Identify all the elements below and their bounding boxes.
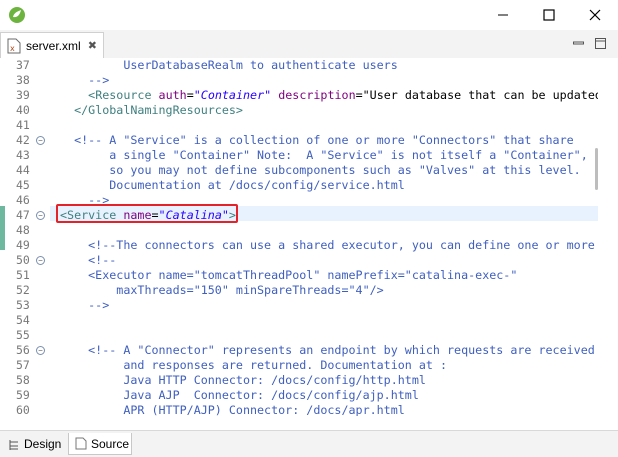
code-line[interactable]: <!--The connectors can use a shared exec… bbox=[60, 238, 595, 253]
line-number: 46 bbox=[16, 193, 30, 207]
code-line[interactable]: and responses are returned. Documentatio… bbox=[60, 358, 447, 373]
maximize-icon bbox=[543, 9, 555, 21]
code-line[interactable]: --> bbox=[60, 73, 109, 88]
line-number: 50 bbox=[16, 253, 30, 267]
line-number: 55 bbox=[16, 328, 30, 342]
line-number: 45 bbox=[16, 178, 30, 192]
editor-maximize-icon[interactable] bbox=[595, 38, 606, 49]
tab-title: server.xml bbox=[26, 38, 81, 53]
line-number: 48 bbox=[16, 223, 30, 237]
minimize-icon bbox=[498, 14, 508, 16]
tab-design-label: Design bbox=[24, 437, 62, 451]
line-number: 47 bbox=[16, 208, 30, 222]
fold-toggle-icon[interactable]: − bbox=[36, 256, 45, 265]
code-line[interactable]: <Executor name="tomcatThreadPool" namePr… bbox=[60, 268, 517, 283]
source-editor[interactable]: 37 UserDatabaseRealm to authenticate use… bbox=[0, 58, 618, 416]
design-icon bbox=[9, 439, 18, 450]
fold-toggle-icon[interactable]: − bbox=[36, 346, 45, 355]
line-number: 41 bbox=[16, 118, 30, 132]
line-number: 59 bbox=[16, 388, 30, 402]
editor-bottom-space bbox=[0, 416, 618, 430]
line-number: 37 bbox=[16, 58, 30, 72]
close-icon bbox=[589, 9, 601, 21]
code-line[interactable]: <Resource auth="Container" description="… bbox=[60, 88, 602, 103]
tab-server-xml[interactable]: x server.xml ✖ bbox=[0, 32, 104, 58]
code-line[interactable]: Java AJP Connector: /docs/config/ajp.htm… bbox=[60, 388, 419, 403]
svg-text:x: x bbox=[10, 44, 15, 53]
code-line[interactable]: <!-- A "Service" is a collection of one … bbox=[60, 133, 574, 148]
code-line[interactable]: so you may not define subcomponents such… bbox=[60, 163, 580, 178]
code-line[interactable]: --> bbox=[60, 298, 109, 313]
change-ruler bbox=[0, 58, 6, 416]
annotation-box bbox=[56, 204, 238, 223]
code-line[interactable]: UserDatabaseRealm to authenticate users bbox=[60, 58, 397, 73]
scrollbar-thumb[interactable] bbox=[595, 148, 598, 190]
line-number: 43 bbox=[16, 148, 30, 162]
line-number: 49 bbox=[16, 238, 30, 252]
fold-toggle-icon[interactable]: − bbox=[36, 211, 45, 220]
line-number: 51 bbox=[16, 268, 30, 282]
code-line[interactable]: Documentation at /docs/config/service.ht… bbox=[60, 178, 405, 193]
line-number: 40 bbox=[16, 103, 30, 117]
code-line[interactable]: Java HTTP Connector: /docs/config/http.h… bbox=[60, 373, 426, 388]
code-line[interactable]: maxThreads="150" minSpareThreads="4"/> bbox=[60, 283, 383, 298]
line-number: 53 bbox=[16, 298, 30, 312]
line-number: 56 bbox=[16, 343, 30, 357]
editor-tab-bar: x server.xml ✖ bbox=[0, 30, 618, 59]
code-line[interactable]: <!-- A "Connector" represents an endpoin… bbox=[60, 343, 595, 358]
tab-design[interactable]: Design bbox=[2, 433, 66, 455]
line-number: 60 bbox=[16, 403, 30, 416]
line-number: 57 bbox=[16, 358, 30, 372]
vertical-scrollbar[interactable] bbox=[598, 58, 618, 416]
code-line[interactable]: </GlobalNamingResources> bbox=[60, 103, 243, 118]
xml-file-icon: x bbox=[7, 38, 21, 53]
title-bar bbox=[0, 0, 618, 30]
line-number: 54 bbox=[16, 313, 30, 327]
app-icon bbox=[9, 7, 25, 23]
minimize-button[interactable] bbox=[480, 0, 526, 30]
line-number: 38 bbox=[16, 73, 30, 87]
line-number: 39 bbox=[16, 88, 30, 102]
line-number: 42 bbox=[16, 133, 30, 147]
tab-close-icon[interactable]: ✖ bbox=[88, 39, 97, 52]
source-icon bbox=[75, 437, 87, 450]
code-line[interactable]: <!-- bbox=[60, 253, 116, 268]
code-line[interactable]: APR (HTTP/AJP) Connector: /docs/apr.html bbox=[60, 403, 404, 416]
line-number: 52 bbox=[16, 283, 30, 297]
close-window-button[interactable] bbox=[572, 0, 618, 30]
line-number: 44 bbox=[16, 163, 30, 177]
editor-minimize-icon[interactable] bbox=[573, 38, 584, 49]
fold-toggle-icon[interactable]: − bbox=[36, 136, 45, 145]
change-marker bbox=[0, 206, 5, 250]
tab-source-label: Source bbox=[91, 436, 130, 451]
code-line[interactable]: a single "Container" Note: A "Service" i… bbox=[60, 148, 588, 163]
maximize-button[interactable] bbox=[526, 0, 572, 30]
line-number: 58 bbox=[16, 373, 30, 387]
bottom-tab-bar: Design Source bbox=[0, 430, 618, 457]
tab-source[interactable]: Source bbox=[68, 433, 132, 455]
